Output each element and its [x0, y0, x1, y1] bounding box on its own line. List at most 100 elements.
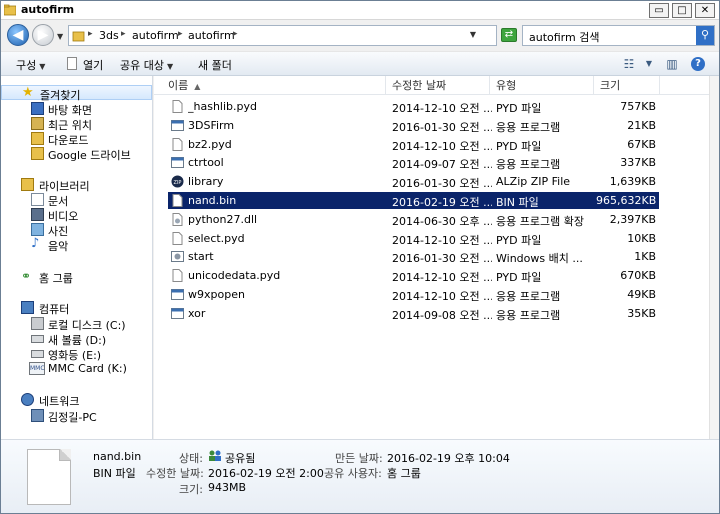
file-row[interactable]: xor 2014-09-08 오전 ... 응용 프로그램 35KB [168, 305, 659, 322]
file-row[interactable]: nand.bin 2016-02-19 오전 ... BIN 파일 965,632KB [167, 191, 660, 210]
vertical-scrollbar[interactable] [709, 76, 719, 439]
file-name: 3DSFirm [188, 118, 235, 132]
explorer-window: autofirm ▭ □ ✕ ◀ ▶ ▼ ▸ 3ds ▸ autofirm ▸ … [0, 0, 720, 514]
details-filename: nand.bin [93, 450, 142, 463]
details-status-value: 공유됨 [225, 452, 256, 465]
file-name: _hashlib.pyd [188, 100, 257, 113]
sidebar-item-videos[interactable]: 비디오 [1, 207, 152, 223]
column-header-size[interactable]: 크기 [594, 76, 660, 95]
application-icon [171, 156, 184, 169]
file-size: 2,397KB [609, 212, 656, 226]
file-size: 49KB [627, 288, 656, 301]
sidebar-item-google-drive[interactable]: Google 드라이브 [1, 146, 152, 162]
sidebar-item-desktop[interactable]: 바탕 화면 [1, 101, 152, 117]
breadcrumb-item[interactable]: autofirm [188, 29, 235, 42]
sidebar-item-documents[interactable]: 문서 [1, 192, 152, 208]
sidebar-item-pictures[interactable]: 사진 [1, 222, 152, 238]
address-bar[interactable]: ▸ 3ds ▸ autofirm ▸ autofirm ▸ ▼ [68, 25, 497, 46]
sidebar-item-recent-places[interactable]: 최근 위치 [1, 116, 152, 132]
title-bar[interactable]: autofirm ▭ □ ✕ [1, 1, 719, 20]
sidebar-item-network[interactable]: 네트워크 [1, 392, 152, 408]
file-type: PYD 파일 [496, 102, 542, 115]
file-name: unicodedata.pyd [188, 269, 281, 283]
sidebar-item-computer[interactable]: 컴퓨터 [1, 300, 152, 316]
file-row[interactable]: _hashlib.pyd 2014-12-10 오전 ... PYD 파일 757KB [168, 98, 659, 115]
generic-file-icon [171, 100, 184, 113]
view-dropdown[interactable]: ▼ [641, 57, 657, 71]
file-row[interactable]: ZIP library 2016-01-30 오전 ... ALZip ZIP Fil… [168, 173, 659, 190]
details-modified-value: 2016-02-19 오전 2:00 [208, 467, 324, 480]
search-button[interactable]: ⚲ [696, 26, 714, 45]
application-icon [171, 119, 184, 132]
generic-file-icon [171, 231, 184, 245]
file-size: 1,639KB [609, 175, 656, 189]
sidebar-item-drive-k[interactable]: MMC MMC Card (K:) [1, 361, 152, 376]
breadcrumb-item[interactable]: 3ds [99, 29, 119, 42]
file-size: 10KB [627, 231, 656, 245]
file-row[interactable]: ctrtool 2014-09-07 오전 ... 응용 프로그램 337KB [168, 154, 659, 171]
minimize-button[interactable]: ▭ [649, 3, 669, 18]
breadcrumb-separator[interactable]: ▸ [178, 29, 183, 39]
star-icon: ★ [22, 85, 34, 100]
sidebar-item-downloads[interactable]: 다운로드 [1, 131, 152, 147]
open-file-icon [67, 57, 77, 70]
view-options-icon[interactable]: ☷ [621, 57, 637, 71]
breadcrumb-separator[interactable]: ▸ [121, 29, 126, 39]
column-header-row: 이름 ▲ 수정한 날짜 유형 크기 [154, 76, 709, 95]
breadcrumb-separator[interactable]: ▸ [233, 29, 238, 39]
forward-button[interactable]: ▶ [32, 24, 54, 46]
file-row[interactable]: python27.dll 2014-06-30 오후 ... 응용 프로그램 확장 2… [168, 211, 659, 228]
sidebar-item-drive-e[interactable]: 영화등 (E:) [1, 346, 152, 362]
file-row[interactable]: bz2.pyd 2014-12-10 오전 ... PYD 파일 67KB [168, 136, 659, 153]
new-folder-button[interactable]: 새 폴더 [198, 57, 232, 73]
column-header-type[interactable]: 유형 [490, 76, 594, 95]
file-row[interactable]: start 2016-01-30 오전 ... Windows 배치 ... 1KB [168, 248, 659, 265]
desktop-icon [31, 102, 44, 115]
sidebar-item-drive-d[interactable]: 새 볼륨 (D:) [1, 331, 152, 347]
arrow-right-icon: ▶ [37, 27, 49, 43]
organize-button[interactable]: 구성 ▼ [16, 57, 45, 73]
file-date: 2014-06-30 오후 ... [392, 214, 492, 228]
search-input[interactable]: autofirm 검색 ⚲ [522, 25, 715, 46]
recent-pages-dropdown[interactable]: ▼ [57, 32, 63, 41]
sidebar-item-homegroup[interactable]: ⚭ 홈 그룹 [1, 269, 152, 285]
sidebar-item-libraries[interactable]: 라이브러리 [1, 177, 152, 193]
file-type: 응용 프로그램 [496, 120, 561, 134]
sidebar-item-favorites[interactable]: ★ 즐겨찾기 [1, 85, 152, 102]
file-name: select.pyd [188, 231, 245, 245]
file-row[interactable]: w9xpopen 2014-12-10 오전 ... 응용 프로그램 49KB [168, 286, 659, 303]
open-button[interactable]: 열기 [83, 57, 103, 73]
breadcrumb-separator[interactable]: ▸ [88, 29, 93, 39]
arrow-left-icon: ◀ [12, 27, 24, 43]
file-row[interactable]: select.pyd 2014-12-10 오전 ... PYD 파일 10KB [168, 230, 659, 247]
file-name: nand.bin [188, 194, 237, 207]
file-row[interactable]: 3DSFirm 2016-01-30 오전 ... 응용 프로그램 21KB [168, 117, 659, 134]
search-placeholder: autofirm 검색 [529, 31, 600, 44]
file-date: 2016-01-30 오전 ... [392, 120, 492, 134]
breadcrumb-item[interactable]: autofirm [132, 29, 179, 42]
column-header-name[interactable]: 이름 ▲ [162, 76, 386, 95]
videos-icon [31, 208, 44, 221]
help-icon[interactable]: ? [691, 57, 705, 71]
hard-drive-icon [31, 335, 44, 343]
file-date: 2016-01-30 오전 ... [392, 177, 492, 191]
details-shared-value: 홈 그룹 [387, 467, 421, 480]
file-size: 35KB [627, 306, 656, 320]
refresh-button[interactable]: ⇄ [501, 28, 517, 42]
sidebar-item-network-pc[interactable]: 김정길-PC [1, 408, 152, 424]
sidebar-item-drive-c[interactable]: 로컬 디스크 (C:) [1, 316, 152, 332]
back-button[interactable]: ◀ [7, 24, 29, 46]
maximize-button[interactable]: □ [672, 3, 692, 18]
file-date: 2014-09-08 오전 ... [392, 308, 492, 322]
file-type: PYD 파일 [496, 233, 542, 247]
column-header-date[interactable]: 수정한 날짜 [386, 76, 490, 95]
close-button[interactable]: ✕ [695, 3, 715, 18]
file-type: PYD 파일 [496, 271, 542, 285]
address-history-dropdown[interactable]: ▼ [470, 30, 476, 39]
application-icon [171, 307, 184, 320]
file-row[interactable]: unicodedata.pyd 2014-12-10 오전 ... PYD 파일 67… [168, 267, 659, 284]
details-status-label: 상태: [179, 452, 203, 465]
sidebar-item-music[interactable]: ♪ 음악 [1, 237, 152, 253]
share-with-button[interactable]: 공유 대상 ▼ [120, 57, 173, 73]
preview-pane-icon[interactable]: ▥ [664, 57, 680, 71]
